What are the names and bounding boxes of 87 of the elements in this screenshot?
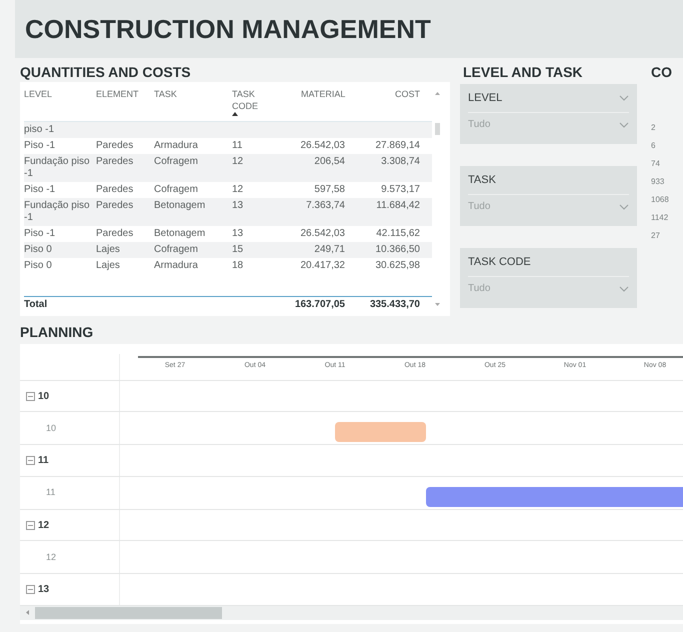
chart-value-label: 27 [651,230,660,242]
table-cell: Cofragem [154,184,198,195]
group-label: 11 [38,454,49,468]
gantt-bar[interactable] [335,422,426,442]
scroll-up-icon[interactable] [434,92,440,95]
chart-value-label: 74 [651,158,660,170]
task-label: 10 [45,422,56,435]
table-cell: Paredes [96,184,134,195]
task-label: 11 [45,486,56,500]
horizontal-scrollbar[interactable] [20,606,683,620]
table-cell: 597,58 [314,184,345,195]
table-cell: 249,71 [314,244,345,255]
table-cell: 13 [232,228,244,239]
table-cell: 15 [232,244,244,255]
table-cell: Cofragem [154,156,198,167]
collapse-icon[interactable] [26,520,35,530]
chart-value-label: 933 [651,176,664,188]
column-header[interactable]: MATERIAL [301,88,345,100]
group-label: 10 [38,390,50,404]
table-cell: 27.869,14 [376,140,420,151]
filter-label: TASK CODE [468,254,531,270]
table-cell: Lajes [96,260,120,271]
column-header[interactable]: TASK [154,88,198,100]
table-cell: Piso -1 [24,228,56,239]
table-cell: 11 [232,140,242,151]
chevron-down-icon [619,122,629,128]
collapse-icon[interactable] [26,585,35,594]
chevron-down-icon [619,204,629,210]
table-cell: Paredes [96,156,134,167]
table-cell: Piso -1 [24,140,56,151]
table-cell: Piso -1 [24,184,56,195]
table-cell: 10.366,50 [376,244,420,255]
table-cell: 20.417,32 [300,260,345,271]
table-cell: 26.542,03 [300,140,345,151]
table-cell: 26.542,03 [300,228,345,239]
total-cell: 335.433,70 [370,299,420,310]
table-cell: 9.573,17 [381,184,420,195]
table-cell: Armadura [154,140,198,151]
dashboard-title: CONSTRUCTION MANAGEMENT [25,12,431,46]
total-cell: Total [24,299,48,310]
section-title: QUANTITIES AND COSTS [20,63,192,82]
column-header[interactable]: COST [376,88,420,100]
section-title: PLANNING [20,322,94,342]
chart-value-label: 6 [651,140,656,152]
table-cell: Betonagem [154,200,206,211]
table-cell: Betonagem [154,228,206,239]
scroll-left-icon[interactable] [26,610,29,616]
section-title: LEVEL AND TASK [462,63,584,82]
table-cell: 7.363,74 [306,200,345,211]
table-cell: Fundação piso -1 [24,156,90,179]
group-label: 12 [38,518,50,533]
table-cell: 3.308,74 [381,156,420,167]
table-cell: 18 [232,260,244,271]
table-cell: Cofragem [154,244,198,255]
collapse-icon[interactable] [26,456,35,466]
filter-label: TASK [468,172,496,188]
total-cell: 163.707,05 [294,299,345,310]
table-cell: Armadura [154,260,198,271]
column-header[interactable]: TASK CODE [232,88,276,112]
table-cell: 30.625,98 [376,260,420,271]
table-cell: 13 [232,200,244,211]
collapse-icon[interactable] [26,392,35,401]
table-cell: Paredes [96,228,134,239]
column-header[interactable]: ELEMENT [96,88,140,100]
task-label: 12 [45,550,56,564]
table-cell: 12 [232,184,244,195]
chart-value-label: 1068 [651,194,669,206]
table-cell: Lajes [96,244,120,255]
table-cell: Paredes [96,140,134,151]
table-cell: 12 [232,156,244,167]
table-cell: Piso 0 [24,260,52,271]
filter-label: LEVEL [468,90,502,106]
chevron-down-icon [619,286,629,292]
chart-value-label: 2 [651,122,656,134]
section-title: CO [651,63,672,82]
chart-value-label: 1142 [651,212,668,224]
table-cell: 42.115,62 [376,228,420,239]
table-cell: Paredes [96,200,134,211]
scrollbar-thumb[interactable] [434,123,440,135]
column-header[interactable]: LEVEL [24,88,68,100]
group-label: 13 [38,583,50,598]
table-cell: 206,54 [314,156,345,167]
scroll-down-icon[interactable] [434,303,440,306]
table-cell: 11.684,42 [376,200,420,211]
table-cell: piso -1 [24,124,54,135]
table-cell: Piso 0 [24,244,52,255]
table-cell: Fundação piso -1 [24,200,90,223]
